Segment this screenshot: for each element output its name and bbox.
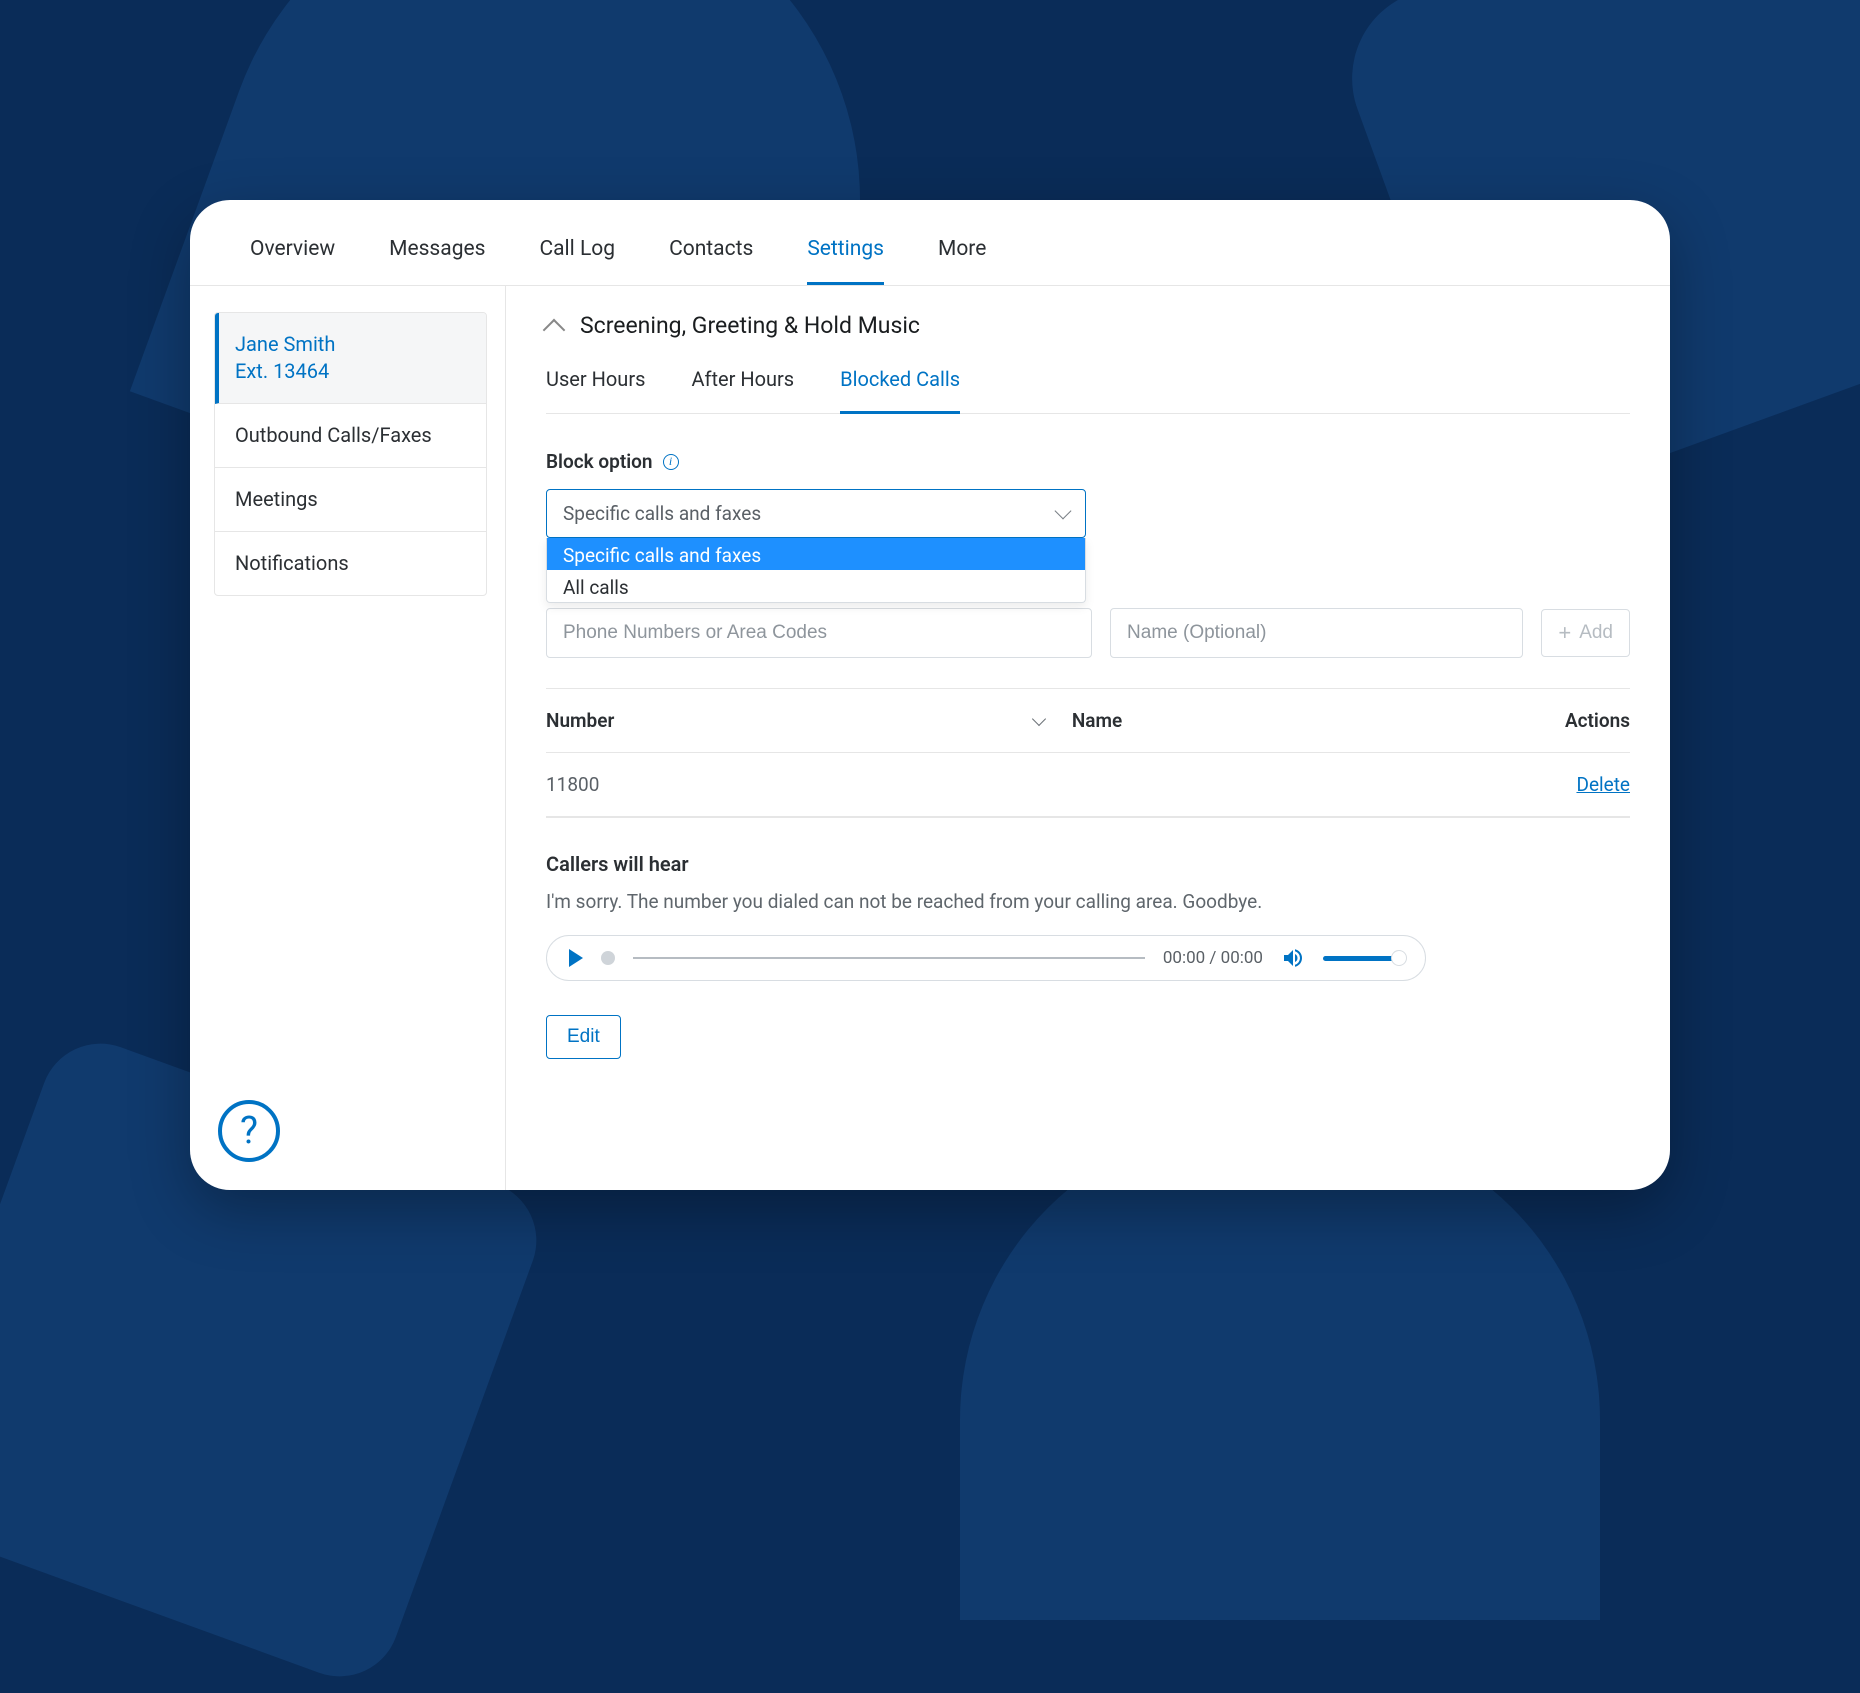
info-icon[interactable]: i xyxy=(663,454,679,470)
subtabs: User Hours After Hours Blocked Calls xyxy=(546,367,1630,414)
block-option-dropdown: Specific calls and faxes All calls xyxy=(546,538,1086,603)
phone-input[interactable] xyxy=(546,608,1092,658)
section-header[interactable]: Screening, Greeting & Hold Music xyxy=(546,312,1630,339)
volume-icon[interactable] xyxy=(1281,946,1305,970)
add-button[interactable]: + Add xyxy=(1541,609,1630,657)
callers-will-hear: Callers will hear I'm sorry. The number … xyxy=(546,852,1630,981)
select-value: Specific calls and faxes xyxy=(563,502,761,525)
sort-icon[interactable] xyxy=(1032,711,1046,725)
volume-slider[interactable] xyxy=(1323,956,1403,961)
tab-contacts[interactable]: Contacts xyxy=(669,237,753,285)
sidebar-user-name: Jane Smith xyxy=(235,331,466,358)
top-nav: Overview Messages Call Log Contacts Sett… xyxy=(190,200,1670,286)
help-button[interactable]: ? xyxy=(218,1100,280,1162)
subtab-user-hours[interactable]: User Hours xyxy=(546,367,645,414)
table-row: 11800 Delete xyxy=(546,753,1630,817)
subtab-blocked-calls[interactable]: Blocked Calls xyxy=(840,367,960,414)
sidebar-item-meetings[interactable]: Meetings xyxy=(215,468,486,532)
block-option-select[interactable]: Specific calls and faxes Specific calls … xyxy=(546,489,1086,538)
sidebar-item-user[interactable]: Jane Smith Ext. 13464 xyxy=(215,313,486,404)
sidebar: Jane Smith Ext. 13464 Outbound Calls/Fax… xyxy=(190,286,505,1190)
tab-more[interactable]: More xyxy=(938,237,986,285)
chevron-down-icon xyxy=(1055,502,1072,519)
edit-button[interactable]: Edit xyxy=(546,1015,621,1059)
tab-overview[interactable]: Overview xyxy=(250,237,335,285)
blocked-numbers-table: Number Name Actions 11800 Delete xyxy=(546,688,1630,818)
sidebar-item-notifications[interactable]: Notifications xyxy=(215,532,486,595)
sidebar-user-ext: Ext. 13464 xyxy=(235,358,466,385)
col-header-name: Name xyxy=(1072,709,1510,732)
col-header-number[interactable]: Number xyxy=(546,709,614,732)
tab-call-log[interactable]: Call Log xyxy=(539,237,615,285)
tab-messages[interactable]: Messages xyxy=(389,237,485,285)
callers-hear-message: I'm sorry. The number you dialed can not… xyxy=(546,890,1630,913)
tab-settings[interactable]: Settings xyxy=(807,237,884,285)
section-title: Screening, Greeting & Hold Music xyxy=(580,312,920,339)
block-option-label: Block option i xyxy=(546,450,1630,473)
sidebar-item-outbound[interactable]: Outbound Calls/Faxes xyxy=(215,404,486,468)
plus-icon: + xyxy=(1558,622,1571,644)
dropdown-option-specific[interactable]: Specific calls and faxes xyxy=(547,538,1085,570)
progress-track[interactable] xyxy=(633,957,1145,959)
audio-player: 00:00 / 00:00 xyxy=(546,935,1426,981)
cell-number: 11800 xyxy=(546,773,1072,796)
col-header-actions: Actions xyxy=(1510,709,1630,732)
time-display: 00:00 / 00:00 xyxy=(1163,948,1263,968)
subtab-after-hours[interactable]: After Hours xyxy=(691,367,794,414)
name-input[interactable] xyxy=(1110,608,1523,658)
play-button[interactable] xyxy=(569,949,583,967)
dropdown-option-all[interactable]: All calls xyxy=(547,570,1085,602)
chevron-up-icon xyxy=(543,318,566,341)
delete-link[interactable]: Delete xyxy=(1576,773,1630,796)
progress-handle[interactable] xyxy=(601,951,615,965)
callers-hear-title: Callers will hear xyxy=(546,852,1630,876)
main-panel: Screening, Greeting & Hold Music User Ho… xyxy=(505,286,1670,1190)
